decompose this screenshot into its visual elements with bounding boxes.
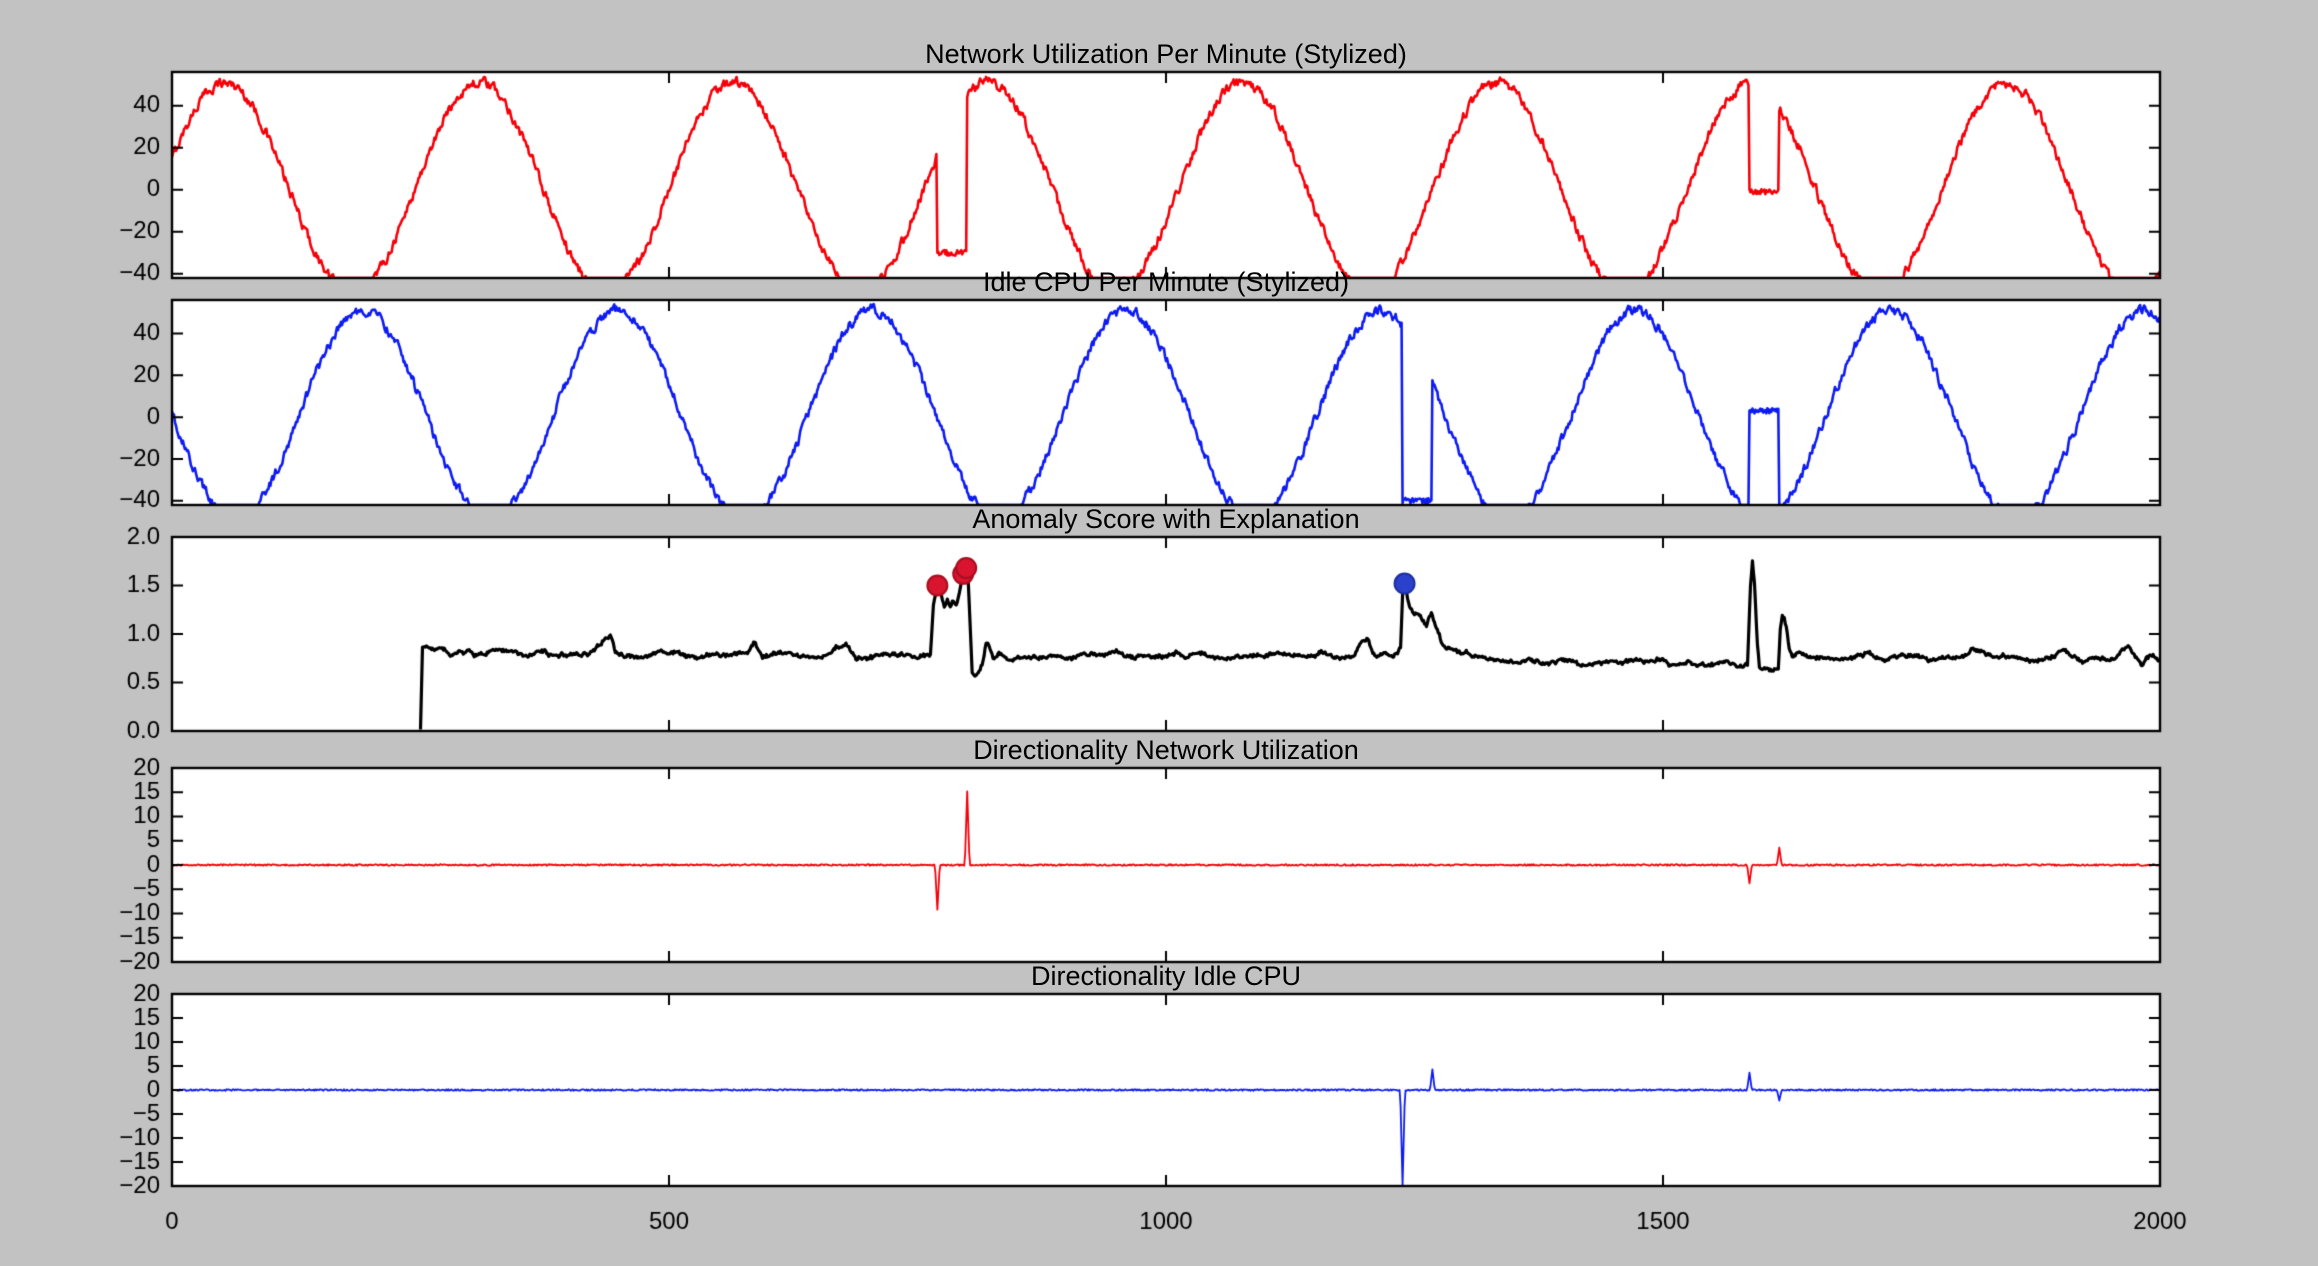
figure: Network Utilization Per Minute (Stylized… xyxy=(0,0,2318,1266)
plot-title-anomaly-score: Anomaly Score with Explanation xyxy=(172,504,2160,535)
plot-title-directionality-network: Directionality Network Utilization xyxy=(172,735,2160,766)
plot-title-network-utilization: Network Utilization Per Minute (Stylized… xyxy=(172,39,2160,70)
figure-canvas xyxy=(0,0,2318,1266)
plot-title-idle-cpu: Idle CPU Per Minute (Stylized) xyxy=(172,267,2160,298)
plot-title-directionality-cpu: Directionality Idle CPU xyxy=(172,961,2160,992)
